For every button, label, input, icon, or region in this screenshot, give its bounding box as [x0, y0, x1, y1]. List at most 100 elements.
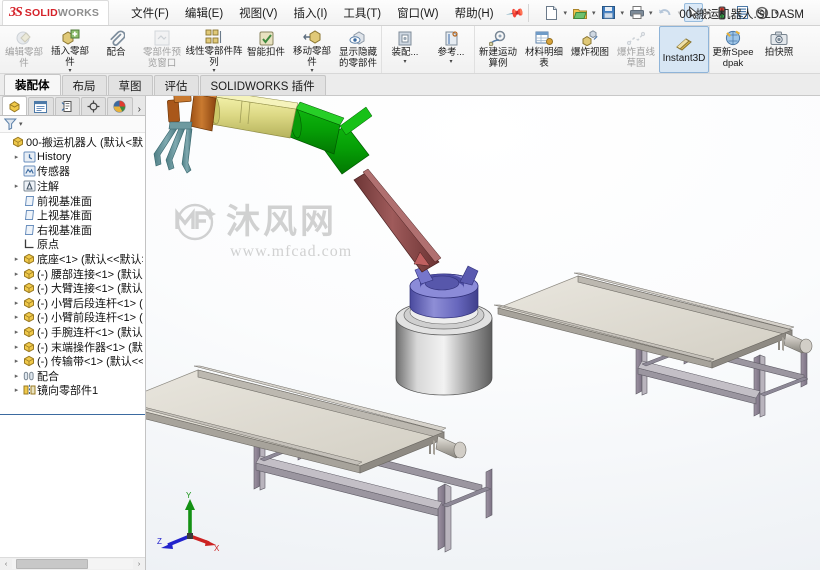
tree-item-annotations[interactable]: ▸ 注解 [0, 179, 145, 194]
component-preview-button[interactable]: 零部件预览窗口 [139, 26, 185, 73]
smart-fastener-icon [258, 29, 275, 47]
tree-item-forearm-front-link[interactable]: ▸ (-) 小臂前段连杆<1> (默认< [0, 310, 145, 325]
tree-item-label: 传感器 [37, 166, 70, 179]
update-speedpak-button[interactable]: 更新Speedpak [710, 26, 756, 73]
tree-item-front-plane[interactable]: 前视基准面 [0, 193, 145, 208]
scrollbar-thumb[interactable] [16, 559, 88, 569]
property-manager-tab[interactable] [28, 97, 54, 115]
bill-of-materials-button[interactable]: 材料明细表 [521, 26, 567, 73]
component-icon [22, 311, 37, 323]
tab-assembly[interactable]: 装配体 [4, 74, 61, 95]
tree-arrow[interactable]: ▸ [11, 386, 22, 394]
scroll-left-arrow-icon[interactable]: ‹ [0, 561, 12, 568]
menu-file[interactable]: 文件(F) [123, 2, 177, 24]
feature-tree[interactable]: 00-搬运机器人 (默认<默认_显示 ▸ History 传感器 ▸ [0, 133, 145, 557]
explode-line-sketch-button[interactable]: 爆炸直线草图 [613, 26, 659, 73]
tab-evaluate[interactable]: 评估 [153, 75, 199, 95]
tree-item-mates[interactable]: ▸ 配合 [0, 369, 145, 384]
tree-filter-caret-icon[interactable]: ▾ [19, 120, 23, 128]
tree-item-label: 右视基准面 [37, 224, 92, 237]
new-motion-study-button[interactable]: 新建运动算例 [475, 26, 521, 73]
conveyor-rear[interactable] [493, 272, 813, 418]
show-hidden-components-button[interactable]: 显示隐藏的零部件 [335, 26, 381, 73]
menu-view[interactable]: 视图(V) [231, 2, 285, 24]
panel-tabs-more-button[interactable]: › [134, 104, 145, 115]
undo-button[interactable] [656, 3, 675, 22]
tree-item-wrist-link[interactable]: ▸ (-) 手腕连杆<1> (默认<<默 [0, 325, 145, 340]
tree-arrow[interactable]: ▸ [11, 357, 22, 365]
assembly-features-caret-icon[interactable]: ▾ [403, 59, 406, 65]
solidworks-logo[interactable]: 3S SOLID WORKS [2, 0, 110, 25]
tree-item-origin[interactable]: 原点 [0, 237, 145, 252]
tree-item-top-plane[interactable]: 上视基准面 [0, 208, 145, 223]
tree-arrow[interactable]: ▸ [11, 343, 22, 351]
robot-assembly-model[interactable] [146, 96, 820, 570]
pin-icon[interactable]: 📌 [505, 2, 525, 22]
tree-arrow[interactable]: ▸ [11, 153, 22, 161]
smart-fasteners-label: 智能扣件 [246, 47, 285, 58]
take-snapshot-button[interactable]: 拍快照 [756, 26, 802, 73]
tree-arrow[interactable]: ▸ [11, 372, 22, 380]
menu-insert[interactable]: 插入(I) [286, 2, 336, 24]
tree-item-base[interactable]: ▸ 底座<1> (默认<<默认>_显 [0, 252, 145, 267]
save-caret-icon[interactable]: ▾ [619, 9, 627, 17]
tree-item-mirror-component-1[interactable]: ▸ 镜向零部件1 [0, 383, 145, 398]
tree-arrow[interactable]: ▸ [11, 255, 22, 263]
tree-item-forearm-rear-link[interactable]: ▸ (-) 小臂后段连杆<1> (默认< [0, 296, 145, 311]
assembly-features-button[interactable]: 装配... ▾ [382, 26, 428, 73]
display-manager-tab[interactable] [107, 97, 133, 115]
menu-help[interactable]: 帮助(H) [447, 2, 502, 24]
mate-button[interactable]: 配合 [93, 26, 139, 73]
open-document-button[interactable] [570, 3, 589, 22]
menu-edit[interactable]: 编辑(E) [177, 2, 231, 24]
save-button[interactable] [599, 3, 618, 22]
scroll-right-arrow-icon[interactable]: › [133, 561, 145, 568]
scrollbar-track[interactable] [12, 559, 133, 569]
robot-arm[interactable] [167, 96, 442, 273]
print-button[interactable] [627, 3, 646, 22]
menu-tools[interactable]: 工具(T) [335, 2, 389, 24]
new-document-button[interactable] [542, 3, 561, 22]
tree-item-waist-joint[interactable]: ▸ (-) 腰部连接<1> (默认<<默 [0, 266, 145, 281]
menu-window[interactable]: 窗口(W) [389, 2, 447, 24]
tree-arrow[interactable]: ▸ [11, 182, 22, 190]
new-document-caret-icon[interactable]: ▾ [562, 9, 570, 17]
tree-arrow[interactable]: ▸ [11, 284, 22, 292]
tree-item-sensors[interactable]: 传感器 [0, 164, 145, 179]
tree-item-right-plane[interactable]: 右视基准面 [0, 223, 145, 238]
open-document-caret-icon[interactable]: ▾ [590, 9, 598, 17]
tree-filter-row[interactable]: ▾ [0, 116, 145, 133]
move-component-button[interactable]: 移动零部件 ▾ [289, 26, 335, 74]
tab-sketch[interactable]: 草图 [107, 75, 153, 95]
tab-solidworks-addins[interactable]: SOLIDWORKS 插件 [199, 75, 326, 95]
exploded-view-button[interactable]: 爆炸视图 [567, 26, 613, 73]
graphics-viewport[interactable]: ▾ ▾ ▾ ▾ ▾ [146, 96, 820, 570]
feature-tree-horizontal-scrollbar[interactable]: ‹ › [0, 557, 145, 570]
tree-item-history[interactable]: ▸ History [0, 150, 145, 165]
edit-component-button[interactable]: 编辑零部件 [1, 26, 47, 73]
print-caret-icon[interactable]: ▾ [647, 9, 655, 17]
linear-component-pattern-button[interactable]: 线性零部件阵列 ▾ [185, 26, 243, 74]
mates-folder-icon [22, 370, 37, 382]
tree-item-upper-arm-joint[interactable]: ▸ (-) 大臂连接<1> (默认<<默 [0, 281, 145, 296]
feature-manager-tab[interactable] [2, 96, 28, 115]
tree-arrow[interactable]: ▸ [11, 328, 22, 336]
tree-arrow[interactable]: ▸ [11, 270, 22, 278]
tree-item-end-effector[interactable]: ▸ (-) 末端操作器<1> (默认<< [0, 339, 145, 354]
base-assembly[interactable] [395, 265, 493, 396]
tab-layout[interactable]: 布局 [61, 75, 107, 95]
gripper[interactable] [153, 121, 193, 174]
tree-item-conveyor[interactable]: ▸ (-) 传输带<1> (默认<<默认 [0, 354, 145, 369]
tree-arrow[interactable]: ▸ [11, 313, 22, 321]
tree-arrow[interactable]: ▸ [11, 299, 22, 307]
tree-item-assembly-root[interactable]: 00-搬运机器人 (默认<默认_显示 [0, 135, 145, 150]
upper-arm-link [353, 171, 440, 273]
reference-geometry-caret-icon[interactable]: ▾ [449, 59, 452, 65]
instant3d-button[interactable]: Instant3D [659, 26, 709, 73]
dimxpert-manager-tab[interactable] [80, 97, 107, 115]
reference-geometry-button[interactable]: 参考... ▾ [428, 26, 474, 73]
explode-line-icon [627, 29, 645, 47]
configuration-manager-tab[interactable] [54, 97, 80, 115]
insert-components-button[interactable]: 插入零部件 ▾ [47, 26, 93, 74]
smart-fasteners-button[interactable]: 智能扣件 [243, 26, 289, 73]
